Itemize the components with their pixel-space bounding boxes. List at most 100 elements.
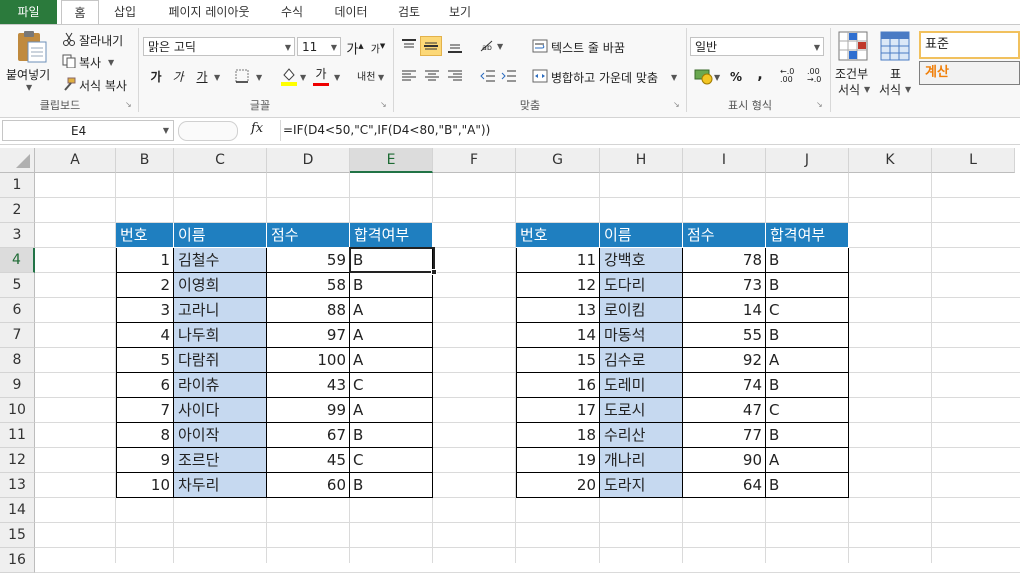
table1-name-cell[interactable]: 고라니 xyxy=(174,298,267,323)
paste-dropdown-icon[interactable]: ▼ xyxy=(26,83,32,92)
table2-name-cell[interactable]: 마동석 xyxy=(600,323,683,348)
insert-function-button[interactable]: fx xyxy=(251,121,263,136)
borders-dropdown-icon[interactable]: ▼ xyxy=(256,73,262,82)
active-cell-E4[interactable] xyxy=(349,247,435,273)
table2-score-cell[interactable]: 74 xyxy=(683,373,766,398)
table2-score-cell[interactable]: 64 xyxy=(683,473,766,498)
table2-number-cell[interactable]: 11 xyxy=(516,248,600,273)
table2-name-cell[interactable]: 도레미 xyxy=(600,373,683,398)
tab-insert[interactable]: 삽입 xyxy=(104,0,146,24)
table2-number-cell[interactable]: 13 xyxy=(516,298,600,323)
phonetic-dropdown-icon[interactable]: ▼ xyxy=(378,73,384,82)
table1-score-cell[interactable]: 97 xyxy=(267,323,350,348)
column-header-h[interactable]: H xyxy=(600,148,683,173)
paste-button[interactable]: 붙여넣기 xyxy=(6,66,50,83)
table2-score-cell[interactable]: 78 xyxy=(683,248,766,273)
table1-result-cell[interactable]: A xyxy=(350,298,433,323)
copy-dropdown-icon[interactable]: ▼ xyxy=(108,58,114,67)
tab-formulas[interactable]: 수식 xyxy=(272,0,312,24)
column-header-e[interactable]: E xyxy=(350,148,433,173)
table1-score-cell[interactable]: 45 xyxy=(267,448,350,473)
table2-score-cell[interactable]: 92 xyxy=(683,348,766,373)
table2-number-cell[interactable]: 12 xyxy=(516,273,600,298)
table1-score-cell[interactable]: 99 xyxy=(267,398,350,423)
table1-result-cell[interactable]: B xyxy=(350,473,433,498)
italic-button[interactable]: 가 xyxy=(168,68,188,86)
row-header-14[interactable]: 14 xyxy=(0,498,35,523)
cell-style-calculation[interactable]: 계산 xyxy=(919,61,1020,85)
table2-result-cell[interactable]: C xyxy=(766,298,849,323)
table1-score-cell[interactable]: 88 xyxy=(267,298,350,323)
fill-handle[interactable] xyxy=(431,269,437,275)
formula-input[interactable]: =IF(D4<50,"C",IF(D4<80,"B","A")) xyxy=(280,120,1020,141)
row-header-4[interactable]: 4 xyxy=(0,248,35,273)
tab-page-layout[interactable]: 페이지 레이아웃 xyxy=(150,0,268,24)
fill-color-icon[interactable] xyxy=(280,66,298,89)
merge-center-button[interactable]: 병합하고 가운데 맞춤 xyxy=(551,69,658,86)
row-header-1[interactable]: 1 xyxy=(0,173,35,198)
table2-result-cell[interactable]: B xyxy=(766,373,849,398)
table2-result-cell[interactable]: A xyxy=(766,348,849,373)
table1-score-cell[interactable]: 67 xyxy=(267,423,350,448)
row-header-8[interactable]: 8 xyxy=(0,348,35,373)
format-as-table-button-line2[interactable]: 서식 xyxy=(879,81,901,98)
table2-name-cell[interactable]: 수리산 xyxy=(600,423,683,448)
format-as-table-dropdown-icon[interactable]: ▼ xyxy=(905,85,911,94)
orientation-dropdown-icon[interactable]: ▼ xyxy=(497,42,503,51)
font-name-select[interactable]: 맑은 고딕 ▼ xyxy=(143,37,295,56)
table2-number-cell[interactable]: 18 xyxy=(516,423,600,448)
table1-number-cell[interactable]: 9 xyxy=(116,448,174,473)
column-header-d[interactable]: D xyxy=(267,148,350,173)
format-as-table-button[interactable]: 표 xyxy=(890,65,901,82)
table1-name-cell[interactable]: 다람쥐 xyxy=(174,348,267,373)
table1-score-cell[interactable]: 43 xyxy=(267,373,350,398)
tab-view[interactable]: 보기 xyxy=(440,0,480,24)
table2-score-cell[interactable]: 55 xyxy=(683,323,766,348)
row-header-10[interactable]: 10 xyxy=(0,398,35,423)
table1-result-cell[interactable]: B xyxy=(350,423,433,448)
table1-score-cell[interactable]: 59 xyxy=(267,248,350,273)
paste-icon[interactable] xyxy=(14,30,48,64)
row-header-3[interactable]: 3 xyxy=(0,223,35,248)
shrink-font-button[interactable]: 가▼ xyxy=(368,37,388,55)
table1-name-cell[interactable]: 조르단 xyxy=(174,448,267,473)
conditional-format-button-line2[interactable]: 서식 xyxy=(838,81,860,98)
column-header-a[interactable]: A xyxy=(35,148,116,173)
conditional-format-icon[interactable] xyxy=(838,31,868,66)
table1-result-cell[interactable]: A xyxy=(350,323,433,348)
table2-number-cell[interactable]: 16 xyxy=(516,373,600,398)
accounting-dropdown-icon[interactable]: ▼ xyxy=(714,73,720,82)
phonetic-button[interactable]: 내천 xyxy=(357,68,375,83)
number-launcher-icon[interactable]: ↘ xyxy=(816,101,824,109)
column-header-f[interactable]: F xyxy=(433,148,516,173)
table2-name-cell[interactable]: 도라지 xyxy=(600,473,683,498)
bold-button[interactable]: 가 xyxy=(146,68,166,86)
font-color-button[interactable]: 가 xyxy=(311,65,331,86)
column-header-c[interactable]: C xyxy=(174,148,267,173)
table1-name-cell[interactable]: 차두리 xyxy=(174,473,267,498)
align-right-icon[interactable] xyxy=(446,68,464,87)
name-box[interactable]: E4 ▼ xyxy=(2,120,174,141)
column-header-j[interactable]: J xyxy=(766,148,849,173)
table2-result-cell[interactable]: C xyxy=(766,398,849,423)
tab-file[interactable]: 파일 xyxy=(0,0,57,24)
increase-decimal-button[interactable]: ←.0 .00 xyxy=(780,68,802,84)
table2-number-cell[interactable]: 15 xyxy=(516,348,600,373)
table2-name-cell[interactable]: 김수로 xyxy=(600,348,683,373)
underline-dropdown-icon[interactable]: ▼ xyxy=(214,73,220,82)
table1-name-cell[interactable]: 라이츄 xyxy=(174,373,267,398)
tab-data[interactable]: 데이터 xyxy=(322,0,380,24)
select-all-button[interactable] xyxy=(0,148,35,173)
align-middle-icon[interactable] xyxy=(420,36,442,56)
table2-result-cell[interactable]: A xyxy=(766,448,849,473)
column-header-b[interactable]: B xyxy=(116,148,174,173)
table1-result-cell[interactable]: B xyxy=(350,273,433,298)
percent-button[interactable]: % xyxy=(726,68,746,86)
table2-number-cell[interactable]: 19 xyxy=(516,448,600,473)
table2-name-cell[interactable]: 강백호 xyxy=(600,248,683,273)
format-as-table-icon[interactable] xyxy=(880,31,910,66)
table2-number-cell[interactable]: 14 xyxy=(516,323,600,348)
row-header-6[interactable]: 6 xyxy=(0,298,35,323)
grow-font-button[interactable]: 가▲ xyxy=(345,37,365,57)
row-header-5[interactable]: 5 xyxy=(0,273,35,298)
